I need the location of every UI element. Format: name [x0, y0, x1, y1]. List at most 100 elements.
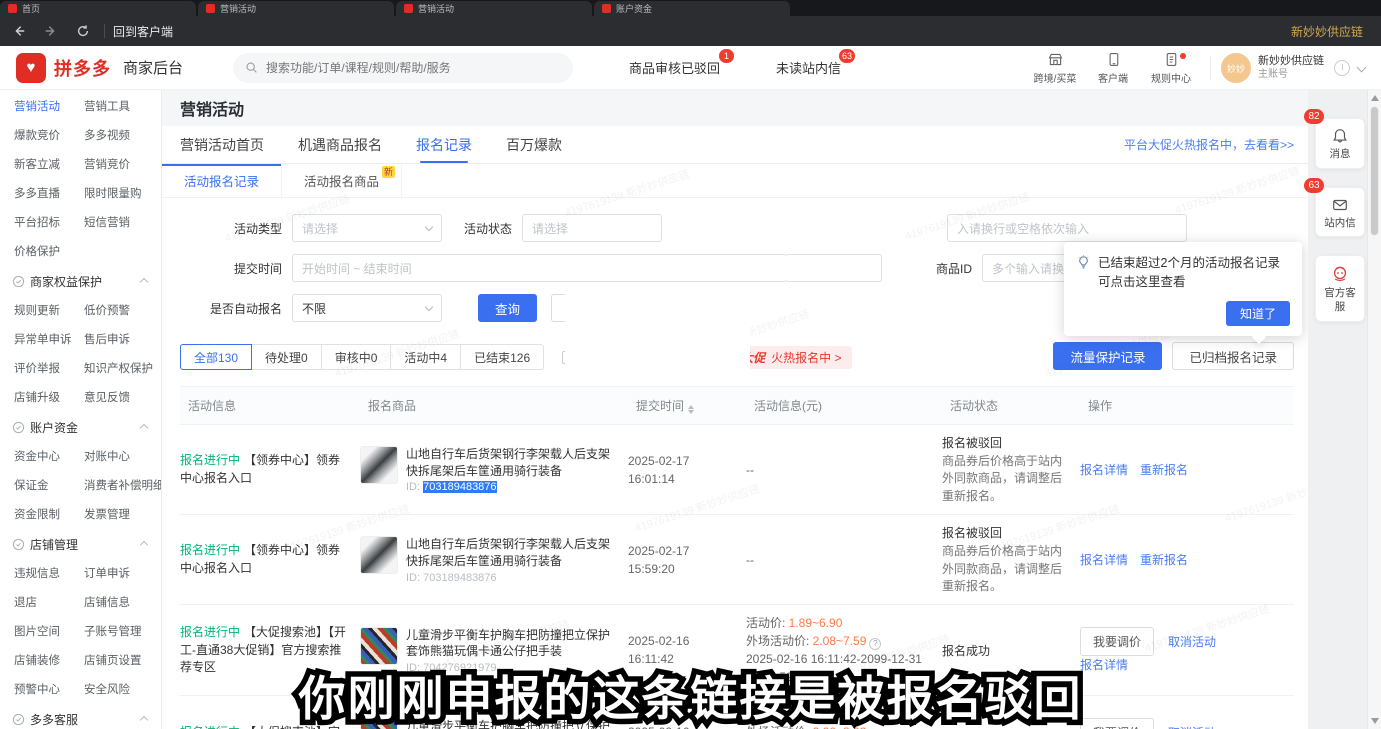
header-quicklink-规则中心[interactable]: 规则中心: [1142, 51, 1200, 85]
forward-icon[interactable]: [38, 20, 64, 42]
activity-type-select[interactable]: 请选择: [292, 214, 442, 242]
sidebar-item-店铺信息[interactable]: 店铺信息: [84, 594, 154, 610]
tab-百万爆款[interactable]: 百万爆款: [506, 126, 562, 163]
activity-cell: 报名进行中【领券中心】领券中心报名入口: [180, 533, 360, 586]
sidebar-item-爆款竞价[interactable]: 爆款竞价: [14, 127, 84, 143]
page-scrollbar[interactable]: [1367, 90, 1381, 729]
sidebar-item-价格保护[interactable]: 价格保护: [14, 243, 84, 259]
query-button[interactable]: 查询: [478, 294, 537, 322]
action-报名详情[interactable]: 报名详情: [1080, 553, 1128, 567]
rail-消息[interactable]: 82消息: [1315, 118, 1365, 169]
status-chip-已结束126[interactable]: 已结束126: [461, 344, 544, 370]
sidebar-row: 异常单申诉售后申诉: [14, 331, 161, 347]
sidebar-item-知识产权保护[interactable]: 知识产权保护: [84, 360, 154, 376]
sidebar-item-消费者补偿明细[interactable]: 消费者补偿明细: [84, 477, 154, 493]
status-chip-审核中0[interactable]: 审核中0: [322, 344, 392, 370]
sidebar-item-规则更新[interactable]: 规则更新: [14, 302, 84, 318]
sidebar-item-低价预警[interactable]: 低价预警: [84, 302, 154, 318]
sidebar-item-评价举报[interactable]: 评价举报: [14, 360, 84, 376]
sidebar-item-营销活动[interactable]: 营销活动: [14, 98, 84, 114]
activity-cell: 报名进行中【领券中心】领券中心报名入口: [180, 443, 360, 496]
got-it-button[interactable]: 知道了: [1226, 301, 1290, 326]
logout-icon[interactable]: [1334, 60, 1350, 76]
browser-tab[interactable]: 营销活动: [396, 1, 592, 16]
sidebar-item-售后申诉[interactable]: 售后申诉: [84, 331, 154, 347]
tab-营销活动首页[interactable]: 营销活动首页: [180, 126, 264, 163]
activity-info-cell: --: [746, 542, 942, 578]
sidebar-row: 违规信息订单申诉: [14, 565, 161, 581]
scroll-up-icon[interactable]: [1371, 95, 1379, 101]
tab-报名记录[interactable]: 报名记录: [416, 126, 472, 163]
sidebar-item-保证金[interactable]: 保证金: [14, 477, 84, 493]
activity-id-input[interactable]: 入请换行或空格依次输入: [947, 214, 1187, 242]
action-我要调价[interactable]: 我要调价: [1080, 627, 1154, 656]
sidebar-item-图片空间[interactable]: 图片空间: [14, 623, 84, 639]
sidebar-item-店铺升级[interactable]: 店铺升级: [14, 389, 84, 405]
action-报名详情[interactable]: 报名详情: [1080, 463, 1128, 477]
state-line: 报名成功: [942, 642, 1072, 659]
sidebar-item-资金中心[interactable]: 资金中心: [14, 448, 84, 464]
submit-time-cell: 2025-02-17 15:59:20: [628, 533, 746, 587]
submit-time-range-input[interactable]: 开始时间 ~ 结束时间: [292, 254, 787, 282]
filter-label-submit-time: 提交时间: [202, 260, 282, 277]
sidebar-item-违规信息[interactable]: 违规信息: [14, 565, 84, 581]
status-chip-活动中4[interactable]: 活动中4: [391, 344, 461, 370]
subtab-活动报名商品[interactable]: 活动报名商品新: [282, 164, 402, 197]
toolbar-divider: [104, 24, 105, 38]
collapse-icon[interactable]: [140, 423, 148, 431]
help-icon[interactable]: ?: [869, 638, 881, 650]
review-rejected-link[interactable]: 商品审核已驳回 1: [629, 58, 720, 77]
collapse-icon[interactable]: [140, 540, 148, 548]
sidebar-item-新客立减[interactable]: 新客立减: [14, 156, 84, 172]
avatar[interactable]: 妙妙: [1221, 53, 1251, 83]
sidebar-item-订单申诉[interactable]: 订单申诉: [84, 565, 154, 581]
search-input[interactable]: [266, 61, 561, 75]
sidebar-item-平台招标[interactable]: 平台招标: [14, 214, 84, 230]
action-重新报名[interactable]: 重新报名: [1140, 463, 1188, 477]
scrollbar-thumb[interactable]: [1370, 106, 1379, 236]
collapse-icon[interactable]: [140, 277, 148, 285]
sidebar-item-多多直播[interactable]: 多多直播: [14, 185, 84, 201]
overlay-mask: [565, 282, 750, 372]
rail-官方客服[interactable]: 官方客服: [1315, 255, 1365, 321]
auto-signup-select[interactable]: 不限: [292, 294, 442, 322]
reload-icon[interactable]: [70, 20, 96, 42]
sidebar-item-短信营销[interactable]: 短信营销: [84, 214, 154, 230]
chevron-down-icon[interactable]: [1357, 62, 1367, 72]
extra-input[interactable]: [786, 254, 882, 282]
back-to-client-link[interactable]: 回到客户端: [113, 23, 173, 40]
back-icon[interactable]: [6, 20, 32, 42]
browser-tab[interactable]: 营销活动: [198, 1, 394, 16]
sidebar-item-异常单申诉[interactable]: 异常单申诉: [14, 331, 84, 347]
activity-status-select[interactable]: 请选择: [522, 214, 662, 242]
browser-tab[interactable]: 账户资金: [594, 1, 790, 16]
action-重新报名[interactable]: 重新报名: [1140, 553, 1188, 567]
rail-站内信[interactable]: 63站内信: [1315, 187, 1365, 238]
tab-机遇商品报名[interactable]: 机遇商品报名: [298, 126, 382, 163]
sidebar-item-资金限制[interactable]: 资金限制: [14, 506, 84, 522]
sidebar-item-营销工具[interactable]: 营销工具: [84, 98, 154, 114]
action-取消活动[interactable]: 取消活动: [1168, 635, 1216, 649]
sidebar-item-限时限量购[interactable]: 限时限量购: [84, 185, 154, 201]
unread-mail-link[interactable]: 未读站内信 63: [776, 58, 841, 77]
header-quicklink-跨境/买菜[interactable]: 跨境/买菜: [1026, 51, 1084, 85]
sidebar-item-发票管理[interactable]: 发票管理: [84, 506, 154, 522]
browser-tab[interactable]: 首页: [0, 1, 196, 16]
subtab-活动报名记录[interactable]: 活动报名记录: [162, 164, 282, 197]
sidebar-item-退店[interactable]: 退店: [14, 594, 84, 610]
pinduoduo-logo-icon[interactable]: ♥: [16, 53, 46, 83]
column-header-活动信息: 活动信息: [180, 387, 360, 424]
global-search[interactable]: [233, 53, 573, 83]
archived-records-button[interactable]: 已归档报名记录: [1172, 342, 1294, 370]
sidebar-item-子账号管理[interactable]: 子账号管理: [84, 623, 154, 639]
sidebar-item-对账中心[interactable]: 对账中心: [84, 448, 154, 464]
status-chip-待处理0[interactable]: 待处理0: [252, 344, 322, 370]
sidebar-item-多多视频[interactable]: 多多视频: [84, 127, 154, 143]
traffic-protect-button[interactable]: 流量保护记录: [1053, 342, 1162, 370]
promo-link[interactable]: 平台大促火热报名中，去看看>>: [1124, 136, 1294, 153]
status-chip-全部130[interactable]: 全部130: [180, 344, 252, 370]
sidebar-item-意见反馈[interactable]: 意见反馈: [84, 389, 154, 405]
sidebar-item-营销竞价[interactable]: 营销竞价: [84, 156, 154, 172]
header-quicklink-客户端[interactable]: 客户端: [1084, 51, 1142, 85]
sort-icon[interactable]: [688, 405, 694, 414]
